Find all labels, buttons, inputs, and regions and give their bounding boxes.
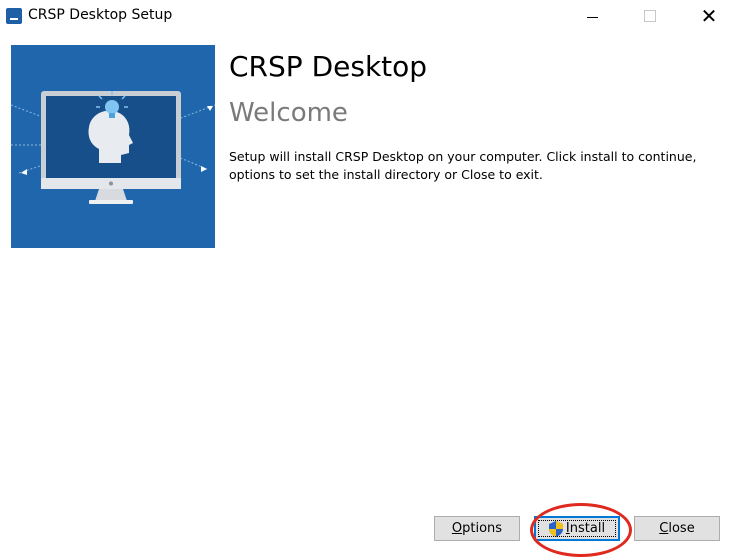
highlight-annotation-circle: [530, 503, 632, 557]
installer-icon: [6, 8, 22, 24]
setup-description: Setup will install CRSP Desktop on your …: [229, 149, 697, 182]
close-icon: ✕: [700, 4, 718, 28]
monitor-head-lightbulb-illustration: [10, 91, 216, 204]
close-button[interactable]: Close: [634, 516, 720, 541]
product-title: CRSP Desktop: [229, 50, 428, 83]
welcome-heading: Welcome: [229, 98, 348, 128]
options-button-label: Options: [451, 521, 503, 536]
title-bar: CRSP Desktop Setup ✕: [0, 0, 730, 32]
window-title: CRSP Desktop Setup: [28, 7, 173, 23]
minimize-icon: [586, 16, 598, 18]
options-button[interactable]: Options: [434, 516, 520, 541]
setup-banner-image: [10, 45, 216, 248]
minimize-button[interactable]: [569, 0, 615, 32]
maximize-button: [627, 0, 673, 32]
close-button-label: Close: [659, 521, 695, 536]
close-window-button[interactable]: ✕: [686, 0, 730, 32]
maximize-icon: [644, 10, 656, 22]
